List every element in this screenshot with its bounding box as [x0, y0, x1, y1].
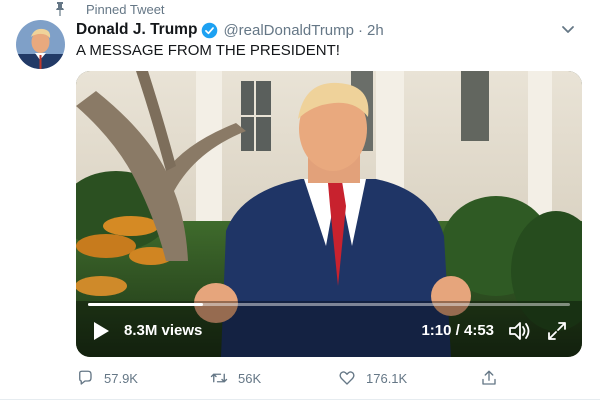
pinned-tweet-label: Pinned Tweet [48, 1, 165, 17]
video-time: 1:10 / 4:53 [421, 322, 494, 339]
retweet-count: 56K [238, 370, 262, 386]
tweet-timestamp[interactable]: 2h [367, 22, 384, 39]
video-controls: 8.3M views 1:10 / 4:53 [76, 307, 582, 357]
like-count: 176.1K [366, 370, 408, 386]
tweet-text: A MESSAGE FROM THE PRESIDENT! [76, 42, 340, 59]
reply-icon [79, 370, 92, 385]
like-button[interactable]: 176.1K [338, 366, 407, 390]
reply-count: 57.9K [104, 370, 138, 386]
video-progress-bar[interactable] [88, 303, 570, 306]
share-icon [482, 370, 496, 385]
author-name[interactable]: Donald J. Trump [76, 21, 197, 39]
volume-icon[interactable] [508, 320, 532, 342]
share-button[interactable] [480, 366, 508, 390]
separator-dot: · [358, 21, 363, 39]
fullscreen-icon[interactable] [546, 320, 568, 342]
tweet-header: Donald J. Trump @realDonaldTrump · 2h [76, 19, 580, 41]
avatar[interactable] [16, 20, 65, 69]
heart-icon [339, 371, 355, 385]
retweet-icon [210, 373, 228, 383]
video-player[interactable]: 8.3M views 1:10 / 4:53 [76, 71, 582, 357]
pin-icon [56, 2, 64, 16]
view-count: 8.3M views [124, 322, 203, 339]
retweet-button[interactable]: 56K [210, 366, 261, 390]
pinned-label: Pinned Tweet [86, 1, 165, 17]
author-handle[interactable]: @realDonaldTrump [223, 22, 354, 39]
play-icon[interactable] [92, 321, 110, 341]
verified-badge-icon [202, 22, 218, 38]
video-progress-fill [88, 303, 203, 306]
tweet-actions: 57.9K 56K 176.1K [76, 366, 506, 390]
reply-button[interactable]: 57.9K [76, 366, 138, 390]
chevron-down-icon[interactable] [560, 21, 576, 37]
